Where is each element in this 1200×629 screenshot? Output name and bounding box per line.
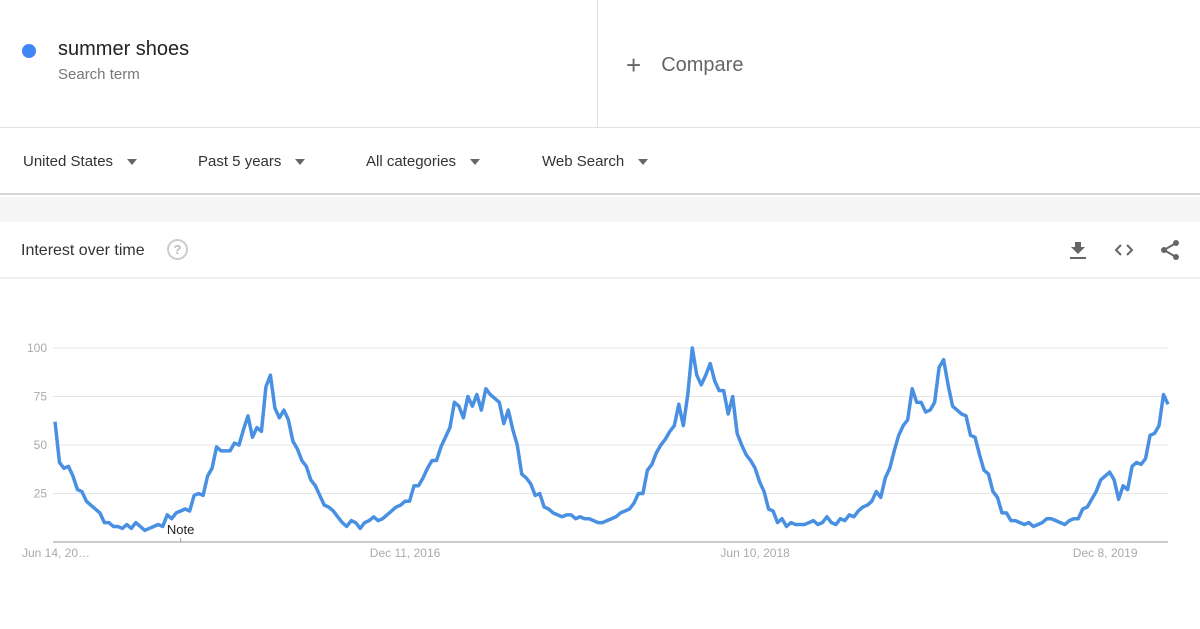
filter-bar: United States Past 5 years All categorie… <box>0 129 1200 195</box>
y-tick-label: 100 <box>27 341 47 355</box>
filter-label: All categories <box>366 153 457 170</box>
embed-icon[interactable] <box>1112 238 1136 262</box>
dropdown-caret-icon <box>127 158 138 165</box>
note-annotation[interactable]: Note <box>167 522 194 537</box>
card-title: Interest over time <box>21 242 145 259</box>
x-tick-label: Jun 10, 2018 <box>720 546 790 560</box>
dropdown-caret-icon <box>295 158 306 165</box>
filter-region[interactable]: United States <box>23 153 138 170</box>
y-tick-label: 75 <box>34 390 48 404</box>
filter-label: Web Search <box>542 153 625 170</box>
dropdown-caret-icon <box>470 158 481 165</box>
filter-label: Past 5 years <box>198 153 282 170</box>
filter-category[interactable]: All categories <box>366 153 481 170</box>
filter-time-range[interactable]: Past 5 years <box>198 153 306 170</box>
series-line[interactable] <box>53 346 1170 533</box>
download-icon[interactable] <box>1066 238 1090 262</box>
y-tick-label: 50 <box>34 438 48 452</box>
share-icon[interactable] <box>1158 238 1182 262</box>
section-gap <box>0 197 1200 222</box>
y-tick-label: 25 <box>34 487 48 501</box>
series-color-dot <box>22 44 36 58</box>
filter-search-type[interactable]: Web Search <box>542 153 649 170</box>
search-terms-bar: summer shoes Search term + Compare <box>0 0 1200 128</box>
card-header: Interest over time ? <box>0 222 1200 279</box>
help-icon[interactable]: ? <box>167 239 188 260</box>
search-term-name: summer shoes <box>58 38 190 60</box>
compare-button[interactable]: + Compare <box>626 50 743 81</box>
compare-label: Compare <box>661 54 744 76</box>
x-tick-label: Dec 8, 2019 <box>1073 546 1138 560</box>
dropdown-caret-icon <box>638 158 649 165</box>
filter-label: United States <box>23 153 114 170</box>
interest-chart: 25 50 75 100 Jun 14, 20… Dec 11, 2016 Jun 10, … <box>22 341 1170 560</box>
x-tick-label: Dec 11, 2016 <box>370 546 441 560</box>
plus-icon: + <box>626 50 642 80</box>
search-term-subtitle: Search term <box>58 66 140 83</box>
x-tick-label: Jun 14, 20… <box>22 546 90 560</box>
search-term-card[interactable]: summer shoes Search term <box>0 0 598 128</box>
